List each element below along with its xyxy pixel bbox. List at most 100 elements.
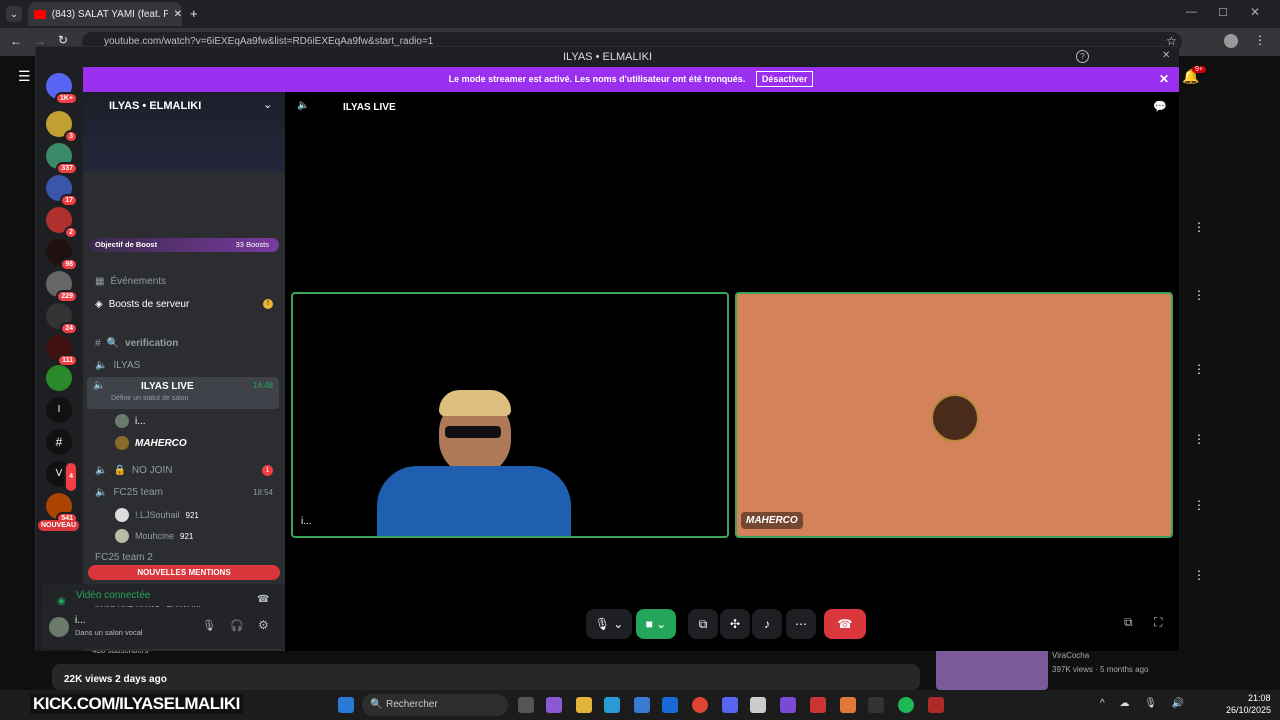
minimize-button[interactable]: — [1186,6,1197,18]
server-icon[interactable]: 24 [46,303,78,335]
more-options-button[interactable]: ⋯ [786,609,816,639]
more-icon[interactable]: ⋮ [1193,498,1205,512]
back-icon[interactable]: ← [10,34,22,48]
copilot-icon[interactable] [546,697,562,713]
window-close-button[interactable]: ✕ [1250,5,1260,19]
popout-icon[interactable]: ⧉ [1124,615,1133,630]
user-panel: i... Dans un salon vocal 🎙 🎧 ⚙ [41,607,283,647]
discord-icon[interactable] [722,697,738,713]
browser-tab[interactable]: (843) SALAT YAMI (feat. Pause) ✕ [28,2,182,26]
streamer-mode-banner: Le mode streamer est activé. Les noms d'… [83,67,1179,92]
activities-button[interactable]: ✣ [720,609,750,639]
server-boosts-item[interactable]: ◈ Boosts de serveur ! [89,293,279,315]
call-area: 🔈 ILYAS LIVE 💬 i... MAHERCO [285,92,1179,651]
edge-icon[interactable] [604,697,620,713]
server-icon[interactable]: 541 [46,493,78,525]
mute-button[interactable]: 🎙 ⌄ [586,609,632,639]
outlook-icon[interactable] [662,697,678,713]
avatar[interactable] [49,617,69,637]
new-unread-pill[interactable]: NOUVEAU [38,520,80,531]
voice-user[interactable]: Mouhcine 921 [109,525,299,547]
server-icon[interactable]: I [46,397,72,423]
more-icon[interactable]: ⋮ [1193,568,1205,582]
channel-fc25-team[interactable]: 🔈 FC25 team 18:54 [89,481,279,503]
maximize-button[interactable]: ☐ [1218,6,1228,19]
channel-fc25-team-2[interactable]: FC25 team 2 [89,550,279,564]
server-icon[interactable] [46,365,72,391]
more-icon[interactable]: ⋮ [1193,220,1205,234]
spotify-icon[interactable] [898,697,914,713]
server-icon[interactable]: 98 [46,239,78,271]
hamburger-icon[interactable]: ☰ [18,68,31,85]
camera-button[interactable]: ■ ⌄ [636,609,676,639]
file-explorer-icon[interactable] [576,697,592,713]
help-icon[interactable]: ? [1076,50,1089,63]
boost-goal-bar[interactable]: Objectif de Boost 33 Boosts [89,238,279,252]
app-icon[interactable] [750,697,766,713]
new-tab-button[interactable]: + [190,6,198,21]
app-icon[interactable] [868,697,884,713]
task-view-icon[interactable] [518,697,534,713]
server-icon[interactable]: 17 [46,175,78,207]
menu-icon[interactable]: ⋮ [1254,33,1266,47]
microphone-icon[interactable]: 🎙 [202,619,216,632]
channel-verification[interactable]: # 🔍 verification [89,332,279,354]
discord-window: ILYAS • ELMALIKI ? ✕ Le mode streamer es… [35,46,1179,651]
voice-user[interactable]: MAHERCO [109,432,299,454]
app-icon[interactable] [928,697,944,713]
disconnect-icon[interactable]: ☎ [257,594,269,605]
server-name: ILYAS • ELMALIKI [109,100,202,112]
channel-time: 18:54 [252,487,273,497]
server-icon[interactable]: 3 [46,111,78,143]
window-close-icon[interactable]: ✕ [1162,50,1170,61]
taskbar-search[interactable]: 🔍 Rechercher [362,694,508,716]
disable-streamer-button[interactable]: Désactiver [755,71,814,87]
channel-no-join[interactable]: 🔈 🔒 NO JOIN 1 [89,459,279,481]
chat-icon[interactable]: 💬 [1153,100,1167,113]
discord-home-icon[interactable]: 1K+ [46,73,78,105]
windows-start-icon[interactable] [338,697,354,713]
channel-ilyas-live[interactable]: 🔈 ILYAS LIVE 14:48 Définir un statut de … [87,377,279,409]
app-icon[interactable] [840,697,856,713]
headphones-icon[interactable]: 🎧 [230,619,244,632]
boost-count: 33 Boosts [235,240,269,249]
server-icon[interactable]: 337 [46,143,78,175]
video-tile-left[interactable]: i... [291,292,729,538]
new-mentions-pill[interactable]: NOUVELLES MENTIONS [88,565,280,580]
game-icon[interactable] [780,697,796,713]
reload-icon[interactable]: ↻ [58,33,68,47]
server-icon[interactable]: V4 [46,461,78,493]
server-icon[interactable]: 111 [46,335,78,367]
store-icon[interactable] [634,697,650,713]
soundboard-button[interactable]: ♪ [752,609,782,639]
clock-time[interactable]: 21:08 [1248,693,1271,703]
related-thumbnail[interactable] [936,648,1048,690]
clock-date[interactable]: 26/10/2025 [1226,705,1271,715]
server-icon[interactable]: 229 [46,271,78,303]
avatar [931,394,979,442]
share-screen-button[interactable]: ⧉ [688,609,718,639]
more-icon[interactable]: ⋮ [1193,362,1205,376]
profile-avatar[interactable] [1224,34,1238,48]
browser-tabbar: ⌄ (843) SALAT YAMI (feat. Pause) ✕ + — ☐… [0,0,1280,28]
server-icon[interactable]: # [46,429,72,455]
server-icon[interactable]: 2 [46,207,78,239]
video-tile-right[interactable]: MAHERCO [735,292,1173,538]
close-icon[interactable]: ✕ [174,9,182,20]
more-icon[interactable]: ⋮ [1193,432,1205,446]
tray-icons[interactable]: ^ ☁ 🎙 🔊 [1100,698,1190,709]
more-icon[interactable]: ⋮ [1193,288,1205,302]
tab-list-button[interactable]: ⌄ [6,6,22,22]
events-item[interactable]: ▦ Événements [89,270,279,292]
voice-user[interactable]: !.LJSouhail 921 [109,504,299,526]
gear-icon[interactable]: ⚙ [258,618,269,632]
app-icon[interactable] [810,697,826,713]
participant-name: MAHERCO [741,512,803,529]
server-header[interactable]: ILYAS • ELMALIKI ⌄ [83,92,285,172]
close-icon[interactable]: ✕ [1159,67,1169,92]
fullscreen-icon[interactable]: ⛶ [1154,615,1162,630]
chrome-icon[interactable] [692,697,708,713]
channel-ilyas[interactable]: 🔈 ILYAS [89,354,279,376]
voice-user[interactable]: i... [109,410,299,432]
hangup-button[interactable]: ☎ [824,609,866,639]
